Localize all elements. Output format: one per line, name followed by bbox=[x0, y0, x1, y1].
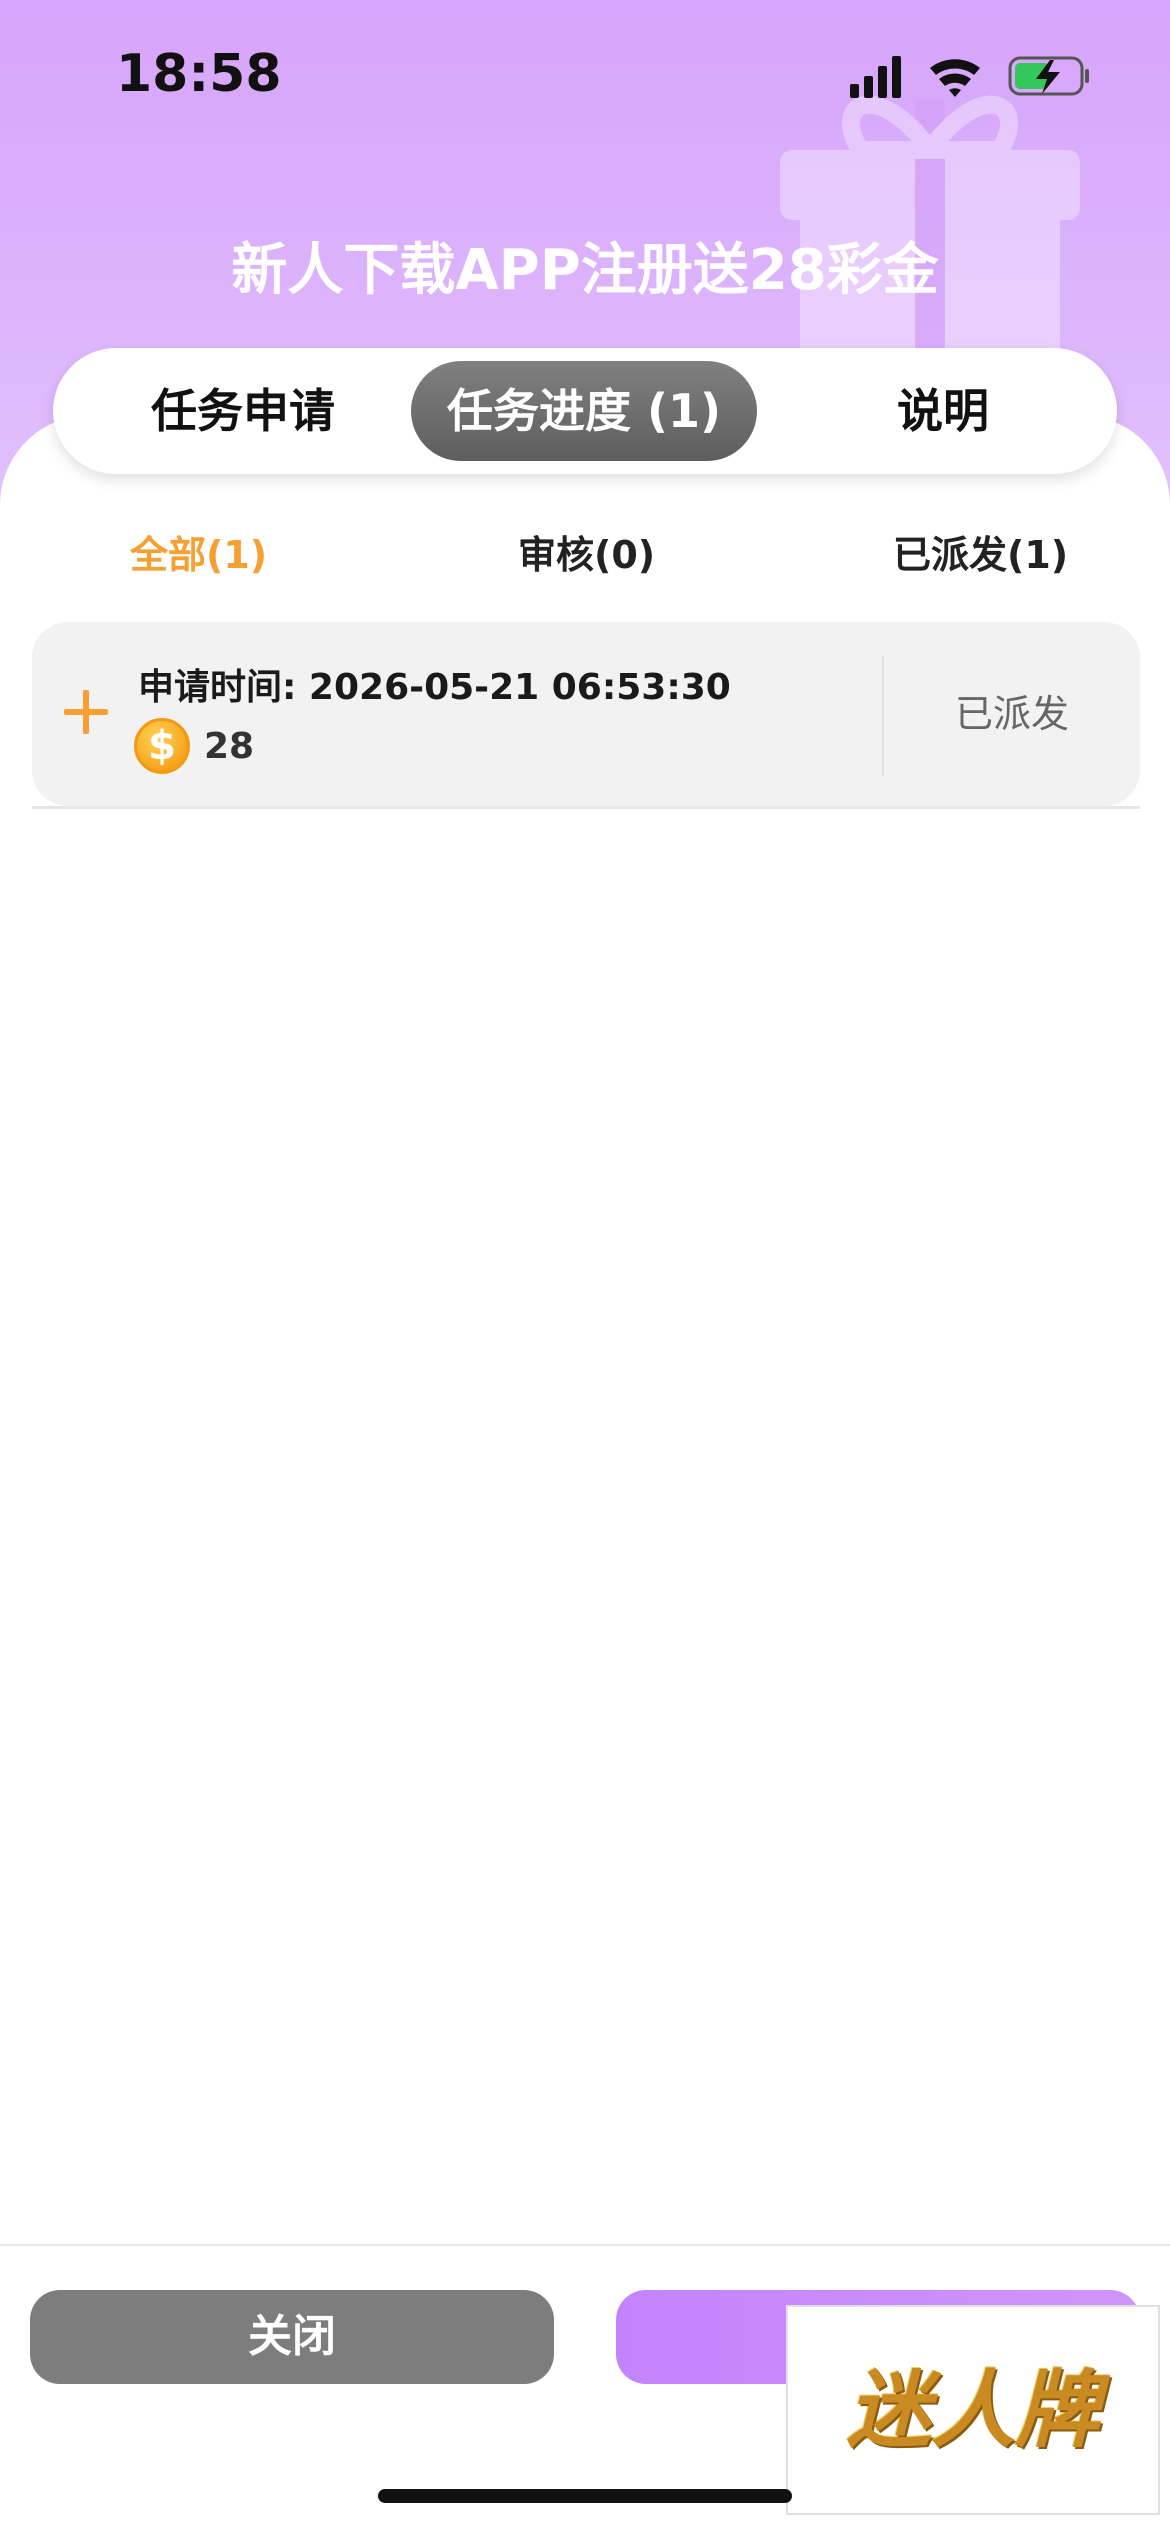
plus-icon[interactable] bbox=[64, 690, 108, 734]
list-item[interactable]: 申请时间: 2026-05-21 06:53:30 $ 28 已派发 bbox=[32, 622, 1140, 806]
filter-tabs: 全部(1) 审核(0) 已派发(1) bbox=[0, 520, 1170, 590]
status-icons bbox=[850, 56, 1089, 98]
filter-tab-all[interactable]: 全部(1) bbox=[130, 520, 267, 590]
tab-explanation[interactable]: 说明 bbox=[783, 361, 1103, 461]
battery-charging-icon bbox=[1008, 56, 1089, 96]
watermark-text: 迷人牌 bbox=[846, 2360, 1099, 2459]
tab-task-progress[interactable]: 任务进度 (1) bbox=[411, 361, 757, 461]
home-indicator bbox=[378, 2489, 792, 2503]
wifi-icon bbox=[930, 59, 980, 97]
tab-task-apply[interactable]: 任务申请 bbox=[83, 361, 403, 461]
close-button[interactable]: 关闭 bbox=[30, 2290, 554, 2384]
status-badge: 已派发 bbox=[954, 692, 1069, 736]
reward-amount: 28 bbox=[204, 726, 255, 767]
apply-time: 申请时间: 2026-05-21 06:53:30 bbox=[138, 667, 731, 708]
main-tabs: 任务申请 任务进度 (1) 说明 bbox=[53, 348, 1117, 474]
filter-tab-dispatched[interactable]: 已派发(1) bbox=[893, 520, 1068, 590]
coin-icon: $ bbox=[134, 718, 190, 774]
filter-tab-review[interactable]: 审核(0) bbox=[518, 520, 655, 590]
status-time: 18:58 bbox=[116, 44, 282, 104]
watermark: 迷人牌 bbox=[786, 2305, 1160, 2515]
divider bbox=[0, 2244, 1170, 2246]
divider bbox=[32, 806, 1140, 809]
signal-icon bbox=[850, 56, 901, 98]
status-bar: 18:58 bbox=[0, 0, 1170, 150]
page-title: 新人下载APP注册送28彩金 bbox=[231, 238, 939, 303]
